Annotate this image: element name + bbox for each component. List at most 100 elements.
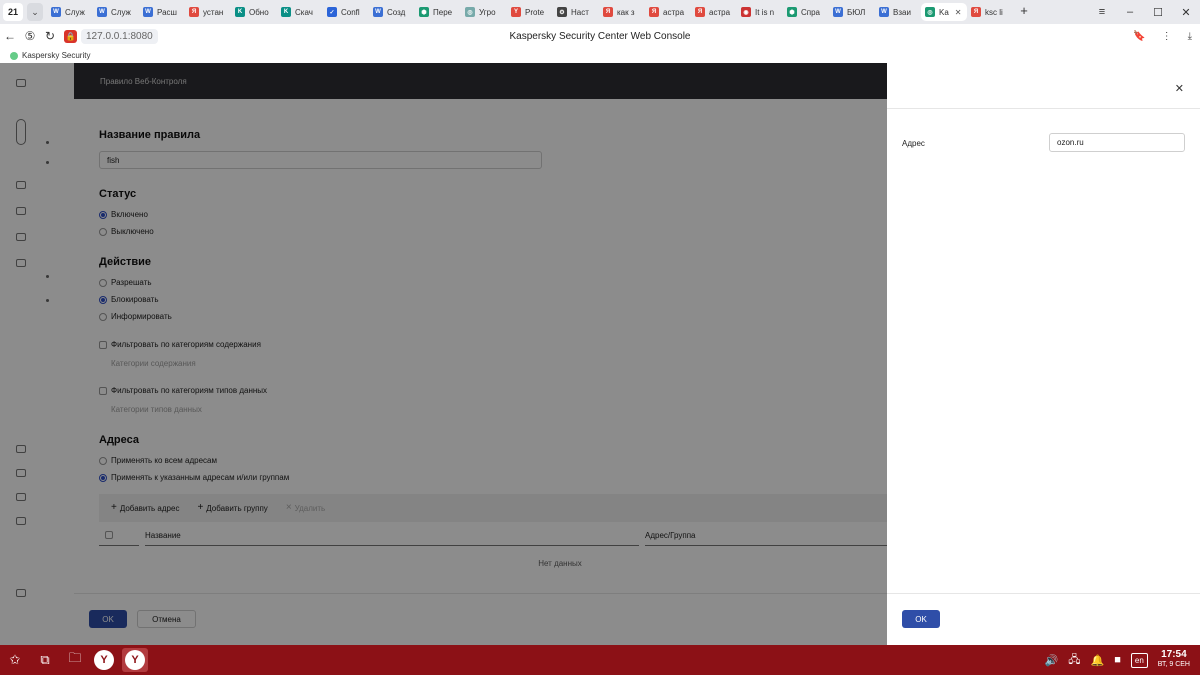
browser-tab[interactable]: ⬢ Пере xyxy=(415,3,461,21)
browser-tab[interactable]: ◎ Ka ✕ xyxy=(921,3,967,21)
address-input[interactable]: ozon.ru xyxy=(1049,133,1185,152)
bookmark-kaspersky[interactable]: Kaspersky Security xyxy=(22,51,90,60)
tab-label: Пере xyxy=(433,7,453,17)
minimize-icon[interactable]: – xyxy=(1116,6,1144,18)
file-manager-icon[interactable]: 🗀 xyxy=(64,649,86,671)
tab-favicon-icon: ◎ xyxy=(925,7,935,17)
tab-label: Ka xyxy=(939,7,949,17)
tab-favicon-icon: W xyxy=(51,7,61,17)
system-tray: 🔊 🖧 🔔 ■ en 17:54 ВТ, 9 СЕН xyxy=(1045,648,1190,672)
tab-label: Расш xyxy=(157,7,177,17)
browser-tab[interactable]: W Служ xyxy=(47,3,93,21)
desktop-square-icon[interactable]: ■ xyxy=(1114,654,1121,666)
back-arrow-icon[interactable]: ← xyxy=(0,29,20,43)
window-switcher-icon[interactable]: ⧉ xyxy=(34,649,56,671)
tab-favicon-icon: ⬢ xyxy=(787,7,797,17)
tab-label: Скач xyxy=(295,7,313,17)
tab-label: It is n xyxy=(755,7,775,17)
tab-count-button[interactable]: 21 xyxy=(3,3,23,21)
browser-tab[interactable]: ◎ Угро xyxy=(461,3,507,21)
tabs-menu-icon[interactable]: ≡ xyxy=(1088,6,1116,18)
browser-tab[interactable]: K Скач xyxy=(277,3,323,21)
clock[interactable]: 17:54 ВТ, 9 СЕН xyxy=(1158,650,1190,670)
address-bar-actions: 🔖 ⋮ ⤓ xyxy=(1133,24,1192,48)
site-warning-icon[interactable]: 🔒 xyxy=(64,29,77,43)
browser-tab[interactable]: W Взаи xyxy=(875,3,921,21)
tab-favicon-icon: Я xyxy=(603,7,613,17)
tab-label: Наст xyxy=(571,7,589,17)
address-bar: ← ⑤ ↻ 🔒 127.0.0.1:8080 Kaspersky Securit… xyxy=(0,24,1200,48)
tab-favicon-icon: Я xyxy=(695,7,705,17)
bookmarks-bar: Kaspersky Security xyxy=(0,48,1200,63)
tab-label: Confl xyxy=(341,7,360,17)
tab-list-chevron-icon[interactable]: ⌄ xyxy=(27,3,43,21)
yandex-browser-icon[interactable]: Y xyxy=(94,650,114,670)
panel-ok-button[interactable]: OK xyxy=(902,610,940,628)
browser-tab[interactable]: ⚙ Наст xyxy=(553,3,599,21)
start-star-icon[interactable]: ✩ xyxy=(4,649,26,671)
address-label: Адрес xyxy=(902,139,925,148)
browser-tab[interactable]: Яустан xyxy=(185,3,231,21)
window-controls: ≡ – ☐ ✕ xyxy=(1088,0,1200,24)
browser-tab[interactable]: W БЮЛ xyxy=(829,3,875,21)
url-field[interactable]: 🔒 127.0.0.1:8080 xyxy=(64,28,158,44)
browser-tab[interactable]: W Служ xyxy=(93,3,139,21)
browser-tabs: W Служ W Служ W Расш Яустан K Обно K Скач ✓ Confl W Со… xyxy=(47,0,1013,24)
page-title: Kaspersky Security Center Web Console xyxy=(509,30,691,42)
tab-favicon-icon: Я xyxy=(971,7,981,17)
tab-label: БЮЛ xyxy=(847,7,866,17)
kaspersky-favicon-icon xyxy=(10,51,18,60)
tab-label: Угро xyxy=(479,7,496,17)
browser-tab[interactable]: W Созд xyxy=(369,3,415,21)
url-text[interactable]: 127.0.0.1:8080 xyxy=(81,28,158,44)
notifications-bell-icon[interactable]: 🔔 xyxy=(1091,654,1105,667)
browser-tab[interactable]: Яksc li xyxy=(967,3,1013,21)
browser-tab[interactable]: W Расш xyxy=(139,3,185,21)
new-tab-plus-icon[interactable]: + xyxy=(1017,4,1031,19)
yandex-browser-active-icon[interactable]: Y xyxy=(122,648,148,672)
protect-shield-icon[interactable]: ⑤ xyxy=(20,29,40,43)
browser-tab[interactable]: Яастра xyxy=(691,3,737,21)
network-icon[interactable]: 🖧 xyxy=(1068,651,1080,670)
browser-tab[interactable]: ⬢ Спра xyxy=(783,3,829,21)
tab-favicon-icon: W xyxy=(97,7,107,17)
taskbar: ✩ ⧉ 🗀 Y Y 🔊 🖧 🔔 ■ en 17:54 ВТ, 9 СЕН xyxy=(0,645,1200,675)
tab-favicon-icon: Я xyxy=(189,7,199,17)
tab-label: Взаи xyxy=(893,7,911,17)
browser-tab[interactable]: ✓ Confl xyxy=(323,3,369,21)
browser-tab[interactable]: K Обно xyxy=(231,3,277,21)
tab-label: Обно xyxy=(249,7,269,17)
tab-favicon-icon: W xyxy=(879,7,889,17)
tab-label: астра xyxy=(709,7,731,17)
panel-header: ✕ xyxy=(887,63,1200,109)
tab-favicon-icon: ⚙ xyxy=(557,7,567,17)
tab-close-icon[interactable]: ✕ xyxy=(955,8,962,17)
reload-icon[interactable]: ↻ xyxy=(40,29,60,43)
tab-favicon-icon: ⬢ xyxy=(419,7,429,17)
tab-favicon-icon: ◉ xyxy=(741,7,751,17)
tab-favicon-icon: ◎ xyxy=(465,7,475,17)
volume-icon[interactable]: 🔊 xyxy=(1045,654,1059,667)
browser-tab[interactable]: Яастра xyxy=(645,3,691,21)
download-icon[interactable]: ⤓ xyxy=(1188,31,1192,42)
keyboard-layout[interactable]: en xyxy=(1130,652,1148,668)
tab-strip: 21 ⌄ W Служ W Служ W Расш Яустан K Обно K Скач ✓ Con… xyxy=(0,0,1200,24)
tab-label: астра xyxy=(663,7,685,17)
tab-favicon-icon: W xyxy=(143,7,153,17)
browser-tab[interactable]: Y Prote xyxy=(507,3,553,21)
clock-date: ВТ, 9 СЕН xyxy=(1157,661,1190,668)
browser-tab[interactable]: Якак з xyxy=(599,3,645,21)
close-icon[interactable]: ✕ xyxy=(1175,82,1184,95)
tab-favicon-icon: Я xyxy=(649,7,659,17)
browser-tab[interactable]: ◉ It is n xyxy=(737,3,783,21)
bookmark-icon[interactable]: 🔖 xyxy=(1133,31,1145,42)
add-address-panel: ✕ Адрес ozon.ru OK xyxy=(887,63,1200,645)
tab-label: Prote xyxy=(525,7,545,17)
tab-favicon-icon: W xyxy=(373,7,383,17)
close-window-icon[interactable]: ✕ xyxy=(1172,6,1200,19)
panel-footer: OK xyxy=(887,593,1200,645)
more-menu-icon[interactable]: ⋮ xyxy=(1162,31,1172,42)
modal-overlay xyxy=(0,63,887,645)
tab-label: ksc li xyxy=(985,7,1003,17)
maximize-icon[interactable]: ☐ xyxy=(1144,6,1172,19)
